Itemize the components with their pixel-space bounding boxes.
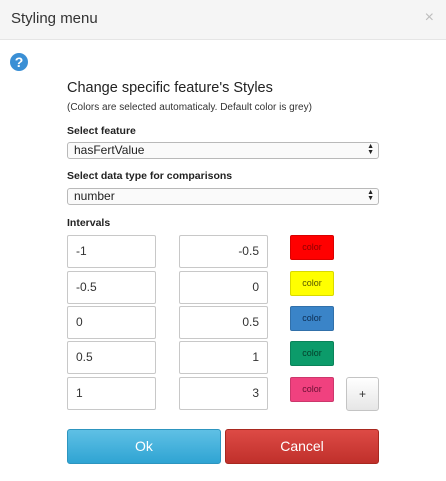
color-button[interactable]: color bbox=[290, 306, 334, 331]
intervals-label: Intervals bbox=[67, 217, 111, 229]
feature-select[interactable]: hasFertValue ▲ ▼ bbox=[67, 142, 379, 159]
interval-to-input[interactable]: 1 bbox=[179, 341, 268, 374]
close-icon[interactable]: × bbox=[425, 10, 434, 26]
color-note: (Colors are selected automaticaly. Defau… bbox=[67, 102, 312, 113]
ok-button[interactable]: Ok bbox=[67, 429, 221, 464]
interval-to-input[interactable]: 3 bbox=[179, 377, 268, 410]
feature-select-value: hasFertValue bbox=[74, 143, 145, 157]
datatype-label: Select data type for comparisons bbox=[67, 170, 233, 182]
interval-from-input[interactable]: 0.5 bbox=[67, 341, 156, 374]
help-icon[interactable]: ? bbox=[10, 53, 28, 71]
color-button[interactable]: color bbox=[290, 341, 334, 366]
color-button[interactable]: color bbox=[290, 377, 334, 402]
feature-label: Select feature bbox=[67, 125, 136, 137]
dialog-header: Styling menu × bbox=[0, 0, 446, 40]
interval-to-input[interactable]: 0.5 bbox=[179, 306, 268, 339]
interval-from-input[interactable]: -0.5 bbox=[67, 271, 156, 304]
datatype-select-value: number bbox=[74, 189, 115, 203]
interval-to-input[interactable]: 0 bbox=[179, 271, 268, 304]
section-heading: Change specific feature's Styles bbox=[67, 80, 273, 96]
color-button[interactable]: color bbox=[290, 271, 334, 296]
select-arrows-icon: ▲ ▼ bbox=[367, 189, 374, 202]
interval-from-input[interactable]: -1 bbox=[67, 235, 156, 268]
dialog-title: Styling menu bbox=[11, 10, 98, 27]
styling-dialog: Styling menu × ? Change specific feature… bbox=[0, 0, 446, 481]
interval-to-input[interactable]: -0.5 bbox=[179, 235, 268, 268]
interval-from-input[interactable]: 0 bbox=[67, 306, 156, 339]
add-interval-button[interactable]: + bbox=[346, 377, 379, 411]
datatype-select[interactable]: number ▲ ▼ bbox=[67, 188, 379, 205]
cancel-button[interactable]: Cancel bbox=[225, 429, 379, 464]
color-button[interactable]: color bbox=[290, 235, 334, 260]
select-arrows-icon: ▲ ▼ bbox=[367, 143, 374, 156]
interval-from-input[interactable]: 1 bbox=[67, 377, 156, 410]
